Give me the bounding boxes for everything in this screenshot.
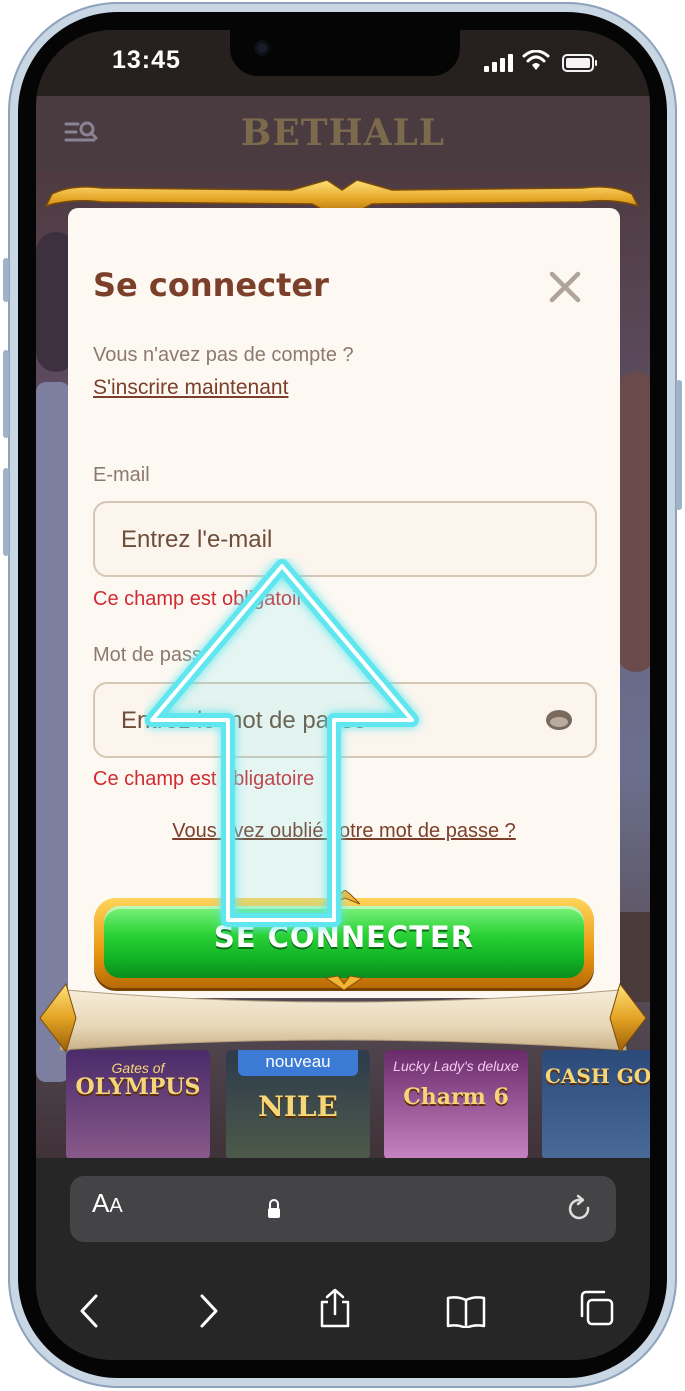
front-camera xyxy=(254,40,270,56)
game-tile[interactable]: CASH GODS xyxy=(542,1050,650,1160)
game-title: NILE xyxy=(258,1090,338,1123)
game-title: CASH GODS xyxy=(544,1064,650,1088)
share-icon[interactable] xyxy=(318,1288,352,1328)
game-tile[interactable]: Gates of OLYMPUS xyxy=(66,1050,210,1160)
scroll-bottom-ornament xyxy=(39,982,647,1054)
volume-up-button xyxy=(3,350,9,438)
password-input[interactable] xyxy=(119,684,533,758)
phone-screen: BETHALL Gates of OLYMPUS nouveau NILE Lu… xyxy=(36,30,650,1360)
game-title: OLYMPUS xyxy=(75,1074,201,1100)
address-bar[interactable]: AA xyxy=(70,1176,616,1242)
lock-icon xyxy=(268,1199,280,1218)
browser-toolbar: AA xyxy=(36,1158,650,1360)
cellular-signal-icon xyxy=(484,54,514,72)
password-label: Mot de passe xyxy=(93,644,214,666)
password-error: Ce champ est obligatoire xyxy=(93,768,315,790)
close-icon[interactable] xyxy=(546,268,584,306)
signup-link[interactable]: S'inscrire maintenant xyxy=(93,376,288,400)
game-subtitle: Lucky Lady's deluxe xyxy=(393,1058,519,1074)
email-input[interactable] xyxy=(119,503,533,577)
email-label: E-mail xyxy=(93,464,150,486)
tabs-icon[interactable] xyxy=(578,1290,614,1326)
no-account-text: Vous n'avez pas de compte ? xyxy=(93,344,354,366)
bookmarks-icon[interactable] xyxy=(446,1294,486,1328)
back-icon[interactable] xyxy=(78,1294,100,1328)
site-header: BETHALL xyxy=(36,96,650,172)
volume-down-button xyxy=(3,468,9,556)
button-top-ornament xyxy=(329,890,361,905)
reload-icon[interactable] xyxy=(566,1194,594,1224)
status-time: 13:45 xyxy=(112,46,181,74)
games-row: Gates of OLYMPUS nouveau NILE Lucky Lady… xyxy=(66,1050,650,1160)
wifi-icon xyxy=(522,50,550,70)
game-tile[interactable]: nouveau NILE xyxy=(226,1050,370,1160)
login-modal: Se connecter Vous n'avez pas de compte ?… xyxy=(68,208,620,998)
text-size-button[interactable]: AA xyxy=(92,1188,123,1219)
game-tile[interactable]: Lucky Lady's deluxe Charm 6 xyxy=(384,1050,528,1160)
game-title: Charm 6 xyxy=(403,1084,509,1110)
site-logo[interactable]: BETHALL xyxy=(36,112,650,154)
power-button xyxy=(676,380,682,510)
password-field-box xyxy=(93,682,597,758)
forgot-password-link[interactable]: Vous avez oublié votre mot de passe ? xyxy=(68,820,620,843)
email-field-box xyxy=(93,501,597,577)
login-button-label: SE CONNECTER xyxy=(213,920,475,954)
modal-title: Se connecter xyxy=(93,266,329,304)
mute-switch xyxy=(3,258,9,302)
show-password-eye-icon[interactable] xyxy=(545,708,573,732)
status-bar: 13:45 xyxy=(36,30,650,96)
forward-icon[interactable] xyxy=(198,1294,220,1328)
battery-icon xyxy=(562,54,597,72)
email-error: Ce champ est obligatoire xyxy=(93,588,315,610)
